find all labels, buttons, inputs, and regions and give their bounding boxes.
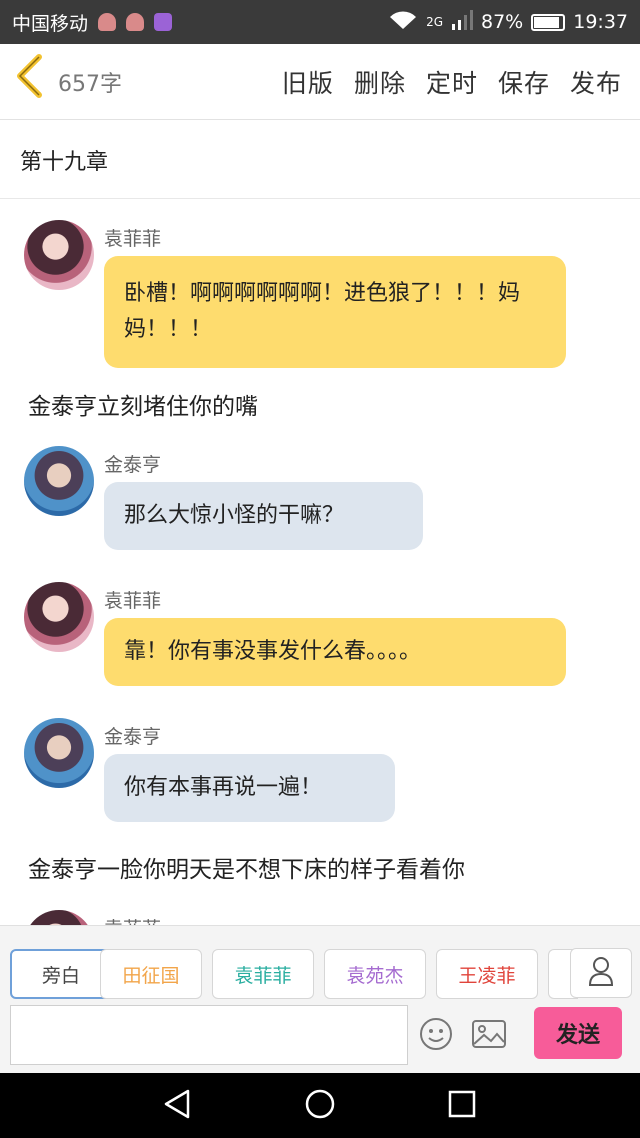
delete-button[interactable]: 删除 bbox=[354, 64, 406, 100]
chat-bubble: 靠！你有事没事发什么春。。。。 bbox=[104, 618, 566, 686]
triangle-back-icon bbox=[162, 1088, 192, 1124]
nav-recents-button[interactable] bbox=[445, 1089, 479, 1123]
character-chip[interactable]: 王凌菲 bbox=[436, 949, 538, 999]
avatar bbox=[24, 718, 94, 788]
cake-icon bbox=[98, 13, 117, 31]
character-chip-label: 王凌菲 bbox=[458, 964, 516, 987]
character-chip[interactable]: 田征国 bbox=[100, 949, 202, 999]
emoji-button[interactable] bbox=[418, 1018, 454, 1054]
chat-bubble: 你有本事再说一遍！ bbox=[104, 754, 395, 822]
network-label: 2G bbox=[426, 15, 443, 29]
editor-toolbar: 657字 旧版 删除 定时 保存 发布 bbox=[0, 44, 640, 120]
save-button[interactable]: 保存 bbox=[498, 64, 550, 100]
character-chip-narrator[interactable]: 旁白 bbox=[10, 949, 112, 999]
word-count: 657字 bbox=[58, 71, 122, 97]
chat-bubble: 卧槽！啊啊啊啊啊啊！进色狼了！！！妈妈！！！ bbox=[104, 256, 566, 368]
avatar bbox=[24, 582, 94, 652]
publish-button[interactable]: 发布 bbox=[570, 64, 622, 100]
image-button[interactable] bbox=[471, 1018, 507, 1054]
back-button[interactable] bbox=[0, 44, 58, 120]
compose-panel: 旁白 田征国 袁菲菲 袁苑杰 王凌菲 发送 bbox=[0, 925, 640, 1073]
speaker-name: 金泰亨 bbox=[104, 726, 162, 748]
narration-text[interactable]: 金泰亨立刻堵住你的嘴 bbox=[28, 387, 258, 421]
narration-text[interactable]: 金泰亨一脸你明天是不想下床的样子看着你 bbox=[28, 850, 465, 884]
square-recents-icon bbox=[447, 1089, 477, 1123]
send-button[interactable]: 发送 bbox=[534, 1007, 622, 1059]
image-icon bbox=[471, 1019, 507, 1053]
avatar bbox=[24, 910, 94, 925]
character-chip[interactable]: 袁菲菲 bbox=[212, 949, 314, 999]
nav-home-button[interactable] bbox=[303, 1089, 337, 1123]
speaker-name: 袁菲菲 bbox=[104, 590, 162, 612]
speaker-name: 金泰亨 bbox=[104, 454, 162, 476]
avatar bbox=[24, 220, 94, 290]
character-chip-label: 田征国 bbox=[122, 964, 180, 987]
chat-bubble: 那么大惊小怪的干嘛？ bbox=[104, 482, 423, 550]
nav-back-button[interactable] bbox=[160, 1089, 194, 1123]
battery-percent: 87% bbox=[481, 11, 524, 33]
clock: 19:37 bbox=[573, 11, 628, 33]
signal-icon bbox=[451, 9, 473, 36]
character-chip-label: 袁苑杰 bbox=[346, 964, 404, 987]
smiley-icon bbox=[419, 1017, 453, 1055]
character-chip-label: 旁白 bbox=[41, 964, 80, 987]
character-chip-label: 袁菲菲 bbox=[234, 964, 292, 987]
character-chip[interactable]: 袁苑杰 bbox=[324, 949, 426, 999]
chevron-left-icon bbox=[15, 54, 43, 109]
speaker-name: 袁菲菲 bbox=[104, 914, 161, 925]
carrier-label: 中国移动 bbox=[12, 12, 89, 35]
user-icon bbox=[588, 956, 614, 990]
toolbar-actions: 旧版 删除 定时 保存 发布 bbox=[282, 64, 640, 100]
chapter-title[interactable]: 第十九章 bbox=[0, 121, 640, 199]
cake-icon bbox=[126, 13, 145, 31]
old-version-button[interactable]: 旧版 bbox=[282, 64, 334, 100]
system-nav-bar bbox=[0, 1073, 640, 1138]
battery-icon bbox=[531, 13, 566, 31]
story-content: 袁菲菲 卧槽！啊啊啊啊啊啊！进色狼了！！！妈妈！！！ 金泰亨立刻堵住你的嘴 金泰… bbox=[0, 200, 640, 925]
character-manage-button[interactable] bbox=[570, 948, 632, 998]
speaker-name: 袁菲菲 bbox=[104, 228, 162, 250]
circle-home-icon bbox=[304, 1088, 336, 1124]
schedule-button[interactable]: 定时 bbox=[426, 64, 478, 100]
status-bar: 中国移动 2G 87% 19:37 bbox=[0, 0, 640, 44]
wifi-icon bbox=[388, 9, 418, 36]
avatar bbox=[24, 446, 94, 516]
message-input[interactable] bbox=[10, 1005, 408, 1065]
gallery-icon bbox=[154, 13, 173, 31]
